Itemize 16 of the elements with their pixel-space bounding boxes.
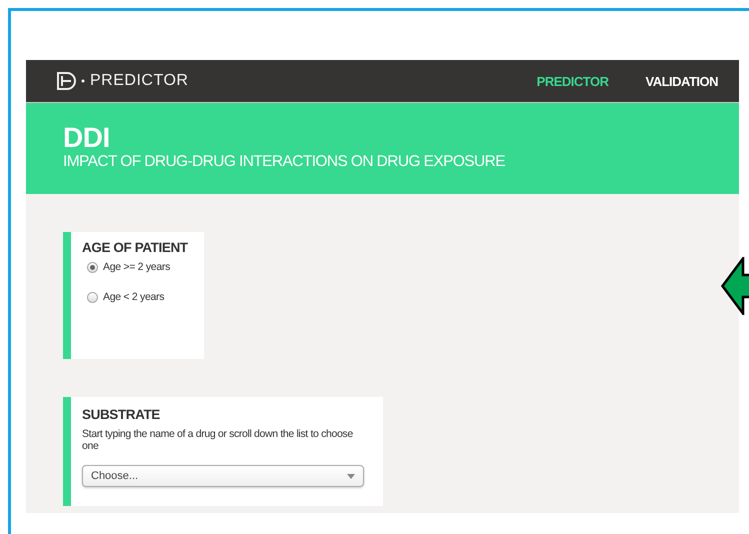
nav-link[interactable]: PREDICTOR [536, 74, 608, 88]
page-title: DDI [63, 123, 111, 153]
arrow-icon [721, 257, 749, 315]
radio-option[interactable]: Age < 2 years [87, 291, 192, 303]
hint-text: Start typing the name of a drug or scroll down the list to choose one [82, 428, 354, 452]
radio-button[interactable] [87, 262, 98, 272]
logo-text: PREDICTOR [90, 72, 188, 90]
section-title: SUBSTRATE [82, 407, 161, 422]
logo-icon [57, 72, 87, 90]
caret-icon [347, 474, 355, 478]
section-title: AGE OF PATIENT [82, 240, 189, 255]
nav-link[interactable]: VALIDATION [645, 74, 718, 88]
radio-option[interactable]: Age >= 2 years [87, 261, 192, 273]
page-subtitle: IMPACT OF DRUG-DRUG INTERACTIONS ON DRUG EXPOSURE [63, 153, 506, 171]
radio-button[interactable] [87, 292, 98, 302]
substrate-select[interactable]: Choose... [82, 465, 364, 487]
